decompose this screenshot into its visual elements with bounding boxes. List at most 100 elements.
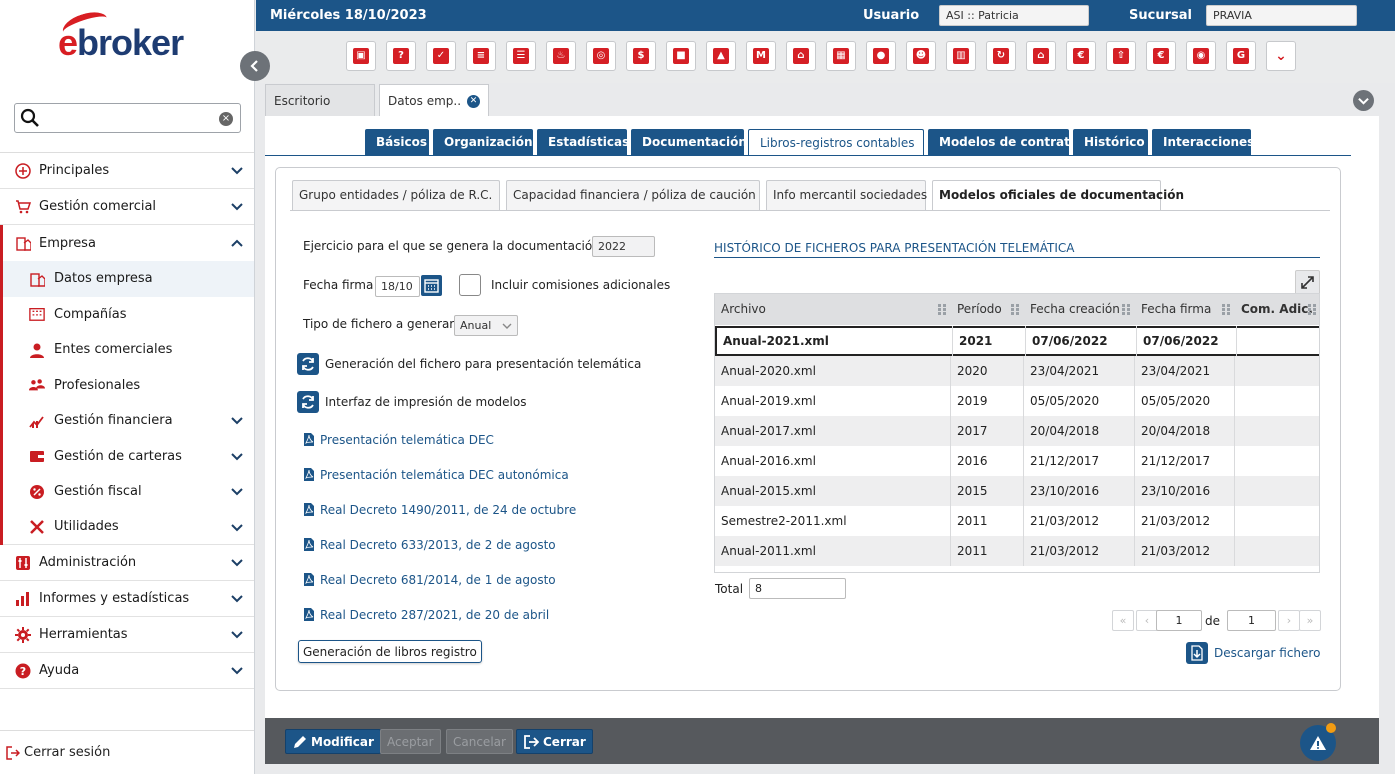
download-file-button[interactable]: Descargar fichero xyxy=(1186,642,1320,664)
page-input[interactable]: 1 xyxy=(1156,610,1202,631)
toolbar-button-house-arrow[interactable]: ⇧ xyxy=(1106,41,1136,71)
tab-interacciones[interactable]: Interacciones xyxy=(1152,129,1254,156)
grid-column-header[interactable]: Período xyxy=(951,294,1024,325)
toolbar-button-money[interactable]: $ xyxy=(626,41,656,71)
aceptar-button[interactable]: Aceptar xyxy=(380,729,441,754)
calendar-button[interactable] xyxy=(421,275,442,296)
table-row[interactable]: Anual-2020.xml 2020 23/04/2021 23/04/2021 xyxy=(715,356,1319,386)
grid-column-header[interactable]: Com. Adic. xyxy=(1235,294,1319,325)
expand-grid-button[interactable] xyxy=(1295,270,1320,295)
toolbar-button-cube[interactable]: ▣ xyxy=(346,41,376,71)
sidebar-item-empresa[interactable]: Empresa xyxy=(3,225,254,261)
logout-button[interactable]: Cerrar sesión xyxy=(0,730,254,774)
sidebar-item-herramientas[interactable]: Herramientas xyxy=(0,617,254,653)
tab-modelos-contrato[interactable]: Modelos de contrato xyxy=(928,129,1078,156)
toolbar-button-flame[interactable]: ♨ xyxy=(546,41,576,71)
toolbar-button-house-doc[interactable]: ⌂ xyxy=(786,41,816,71)
table-row[interactable]: Anual-2017.xml 2017 20/04/2018 20/04/2018 xyxy=(715,416,1319,446)
subtab-info-mercantil[interactable]: Info mercantil sociedades xyxy=(766,180,927,210)
sidebar-item-principales[interactable]: Principales xyxy=(0,153,254,189)
subtab-grupo-entidades[interactable]: Grupo entidades / póliza de R.C. xyxy=(292,180,500,210)
toolbar-button-list[interactable]: ☰ xyxy=(506,41,536,71)
toolbar-button-person[interactable]: ● xyxy=(866,41,896,71)
drag-handle-icon[interactable] xyxy=(1307,303,1317,315)
table-row[interactable]: Anual-2021.xml 2021 07/06/2022 07/06/2022 xyxy=(715,326,1319,356)
toolbar-button-house-people[interactable]: ⌂ xyxy=(1026,41,1056,71)
toolbar-button-euro[interactable]: € xyxy=(1066,41,1096,71)
generacion-libros-button[interactable]: Generación de libros registro xyxy=(298,640,482,663)
branch-field[interactable]: PRAVIA xyxy=(1206,5,1357,26)
tab-datos-empresa[interactable]: Datos emp.. ✕ xyxy=(379,84,489,116)
sidebar-item-utilidades[interactable]: Utilidades xyxy=(3,510,254,545)
table-row[interactable]: Semestre2-2011.xml 2011 21/03/2012 21/03/20… xyxy=(715,506,1319,536)
sidebar-item-datos-empresa[interactable]: Datos empresa xyxy=(3,261,254,297)
prev-page-button[interactable]: ‹ xyxy=(1136,610,1158,631)
expand-panel-button[interactable] xyxy=(1353,90,1374,111)
toolbar-button-buildings[interactable]: ▥ xyxy=(946,41,976,71)
drag-handle-icon[interactable] xyxy=(1221,303,1231,315)
collapse-sidebar-button[interactable] xyxy=(240,51,270,81)
tipo-fichero-select[interactable]: Anual xyxy=(454,315,518,336)
grid-column-header[interactable]: Archivo xyxy=(715,294,951,325)
link-rd-681-2014[interactable]: Real Decreto 681/2014, de 1 de agosto xyxy=(303,572,556,587)
tab-estadisticas[interactable]: Estadísticas xyxy=(537,129,629,156)
drag-handle-icon[interactable] xyxy=(1121,303,1131,315)
tab-organizacion[interactable]: Organización xyxy=(433,129,533,156)
toolbar-button-building[interactable]: ▦ xyxy=(826,41,856,71)
drag-handle-icon[interactable] xyxy=(937,303,947,315)
link-rd-633-2013[interactable]: Real Decreto 633/2013, de 2 de agosto xyxy=(303,537,556,552)
table-row[interactable]: Anual-2016.xml 2016 21/12/2017 21/12/2017 xyxy=(715,446,1319,476)
grid-column-header[interactable]: Fecha creación xyxy=(1024,294,1135,325)
toolbar-button-eye-swirl[interactable]: ◉ xyxy=(1186,41,1216,71)
toolbar-button-group[interactable]: ☻ xyxy=(906,41,936,71)
tab-escritorio[interactable]: Escritorio xyxy=(265,84,375,116)
sidebar-item-gestion-comercial[interactable]: Gestión comercial xyxy=(0,189,254,225)
toolbar-button-user-check[interactable]: ✓ xyxy=(426,41,456,71)
toolbar-button-user-question[interactable]: ? xyxy=(386,41,416,71)
toolbar-button-chevron-down[interactable]: ⌄ xyxy=(1266,41,1296,71)
first-page-button[interactable]: « xyxy=(1112,610,1134,631)
sidebar-item-informes[interactable]: Informes y estadísticas xyxy=(0,581,254,617)
user-field[interactable]: ASI :: Patricia xyxy=(939,5,1089,26)
sidebar-item-entes-comerciales[interactable]: Entes comerciales xyxy=(3,332,254,368)
toolbar-button-bag[interactable]: ▲ xyxy=(706,41,736,71)
link-rd-287-2021[interactable]: Real Decreto 287/2021, de 20 de abril xyxy=(303,607,549,622)
cancelar-button[interactable]: Cancelar xyxy=(446,729,513,754)
comisiones-checkbox[interactable] xyxy=(459,274,481,296)
sidebar-item-profesionales[interactable]: Profesionales xyxy=(3,368,254,404)
app-logo[interactable]: ebroker xyxy=(58,22,184,64)
subtab-modelos-oficiales[interactable]: Modelos oficiales de documentación xyxy=(932,180,1184,211)
tab-basicos[interactable]: Básicos xyxy=(365,129,429,156)
toolbar-button-target[interactable]: ◎ xyxy=(586,41,616,71)
fecha-firma-field[interactable]: 18/10 xyxy=(375,276,420,297)
sidebar-item-gestion-fiscal[interactable]: Gestión fiscal xyxy=(3,474,254,510)
sidebar-item-administracion[interactable]: Administración xyxy=(0,545,254,581)
interfaz-impresion-button[interactable]: Interfaz de impresión de modelos xyxy=(297,391,527,413)
table-row[interactable]: Anual-2015.xml 2015 23/10/2016 23/10/2016 xyxy=(715,476,1319,506)
tab-documentacion[interactable]: Documentación xyxy=(631,129,747,156)
search-input[interactable] xyxy=(47,108,227,128)
tab-libros-registros[interactable]: Libros-registros contables xyxy=(748,129,924,156)
toolbar-button-shield-euro[interactable]: € xyxy=(1146,41,1176,71)
tab-historico[interactable]: Histórico xyxy=(1073,129,1148,156)
toolbar-button-m-brand[interactable]: M xyxy=(746,41,776,71)
cerrar-button[interactable]: Cerrar xyxy=(516,729,593,754)
drag-handle-icon[interactable] xyxy=(1010,303,1020,315)
sidebar-item-gestion-financiera[interactable]: Gestión financiera xyxy=(3,403,254,439)
next-page-button[interactable]: › xyxy=(1278,610,1300,631)
clear-search-icon[interactable]: × xyxy=(219,112,233,126)
sidebar-item-ayuda[interactable]: ? Ayuda xyxy=(0,653,254,689)
table-row[interactable]: Anual-2019.xml 2019 05/05/2020 05/05/2020 xyxy=(715,386,1319,416)
link-rd-1490-2011[interactable]: Real Decreto 1490/2011, de 24 de octubre xyxy=(303,502,576,517)
toolbar-button-document[interactable]: ≡ xyxy=(466,41,496,71)
grid-column-header[interactable]: Fecha firma xyxy=(1135,294,1235,325)
subtab-capacidad-financiera[interactable]: Capacidad financiera / póliza de caución xyxy=(506,180,760,210)
table-row[interactable]: Anual-2011.xml 2011 21/03/2012 21/03/2012 xyxy=(715,536,1319,566)
modificar-button[interactable]: Modificar xyxy=(285,729,381,754)
ejercicio-field[interactable]: 2022 xyxy=(592,236,655,257)
link-dec[interactable]: Presentación telemática DEC xyxy=(303,432,494,447)
generacion-telematica-button[interactable]: Generación del fichero para presentación… xyxy=(297,353,641,375)
toolbar-button-briefcase[interactable]: ■ xyxy=(666,41,696,71)
link-dec-autonomica[interactable]: Presentación telemática DEC autonómica xyxy=(303,467,569,482)
toolbar-button-cycle[interactable]: ↻ xyxy=(986,41,1016,71)
